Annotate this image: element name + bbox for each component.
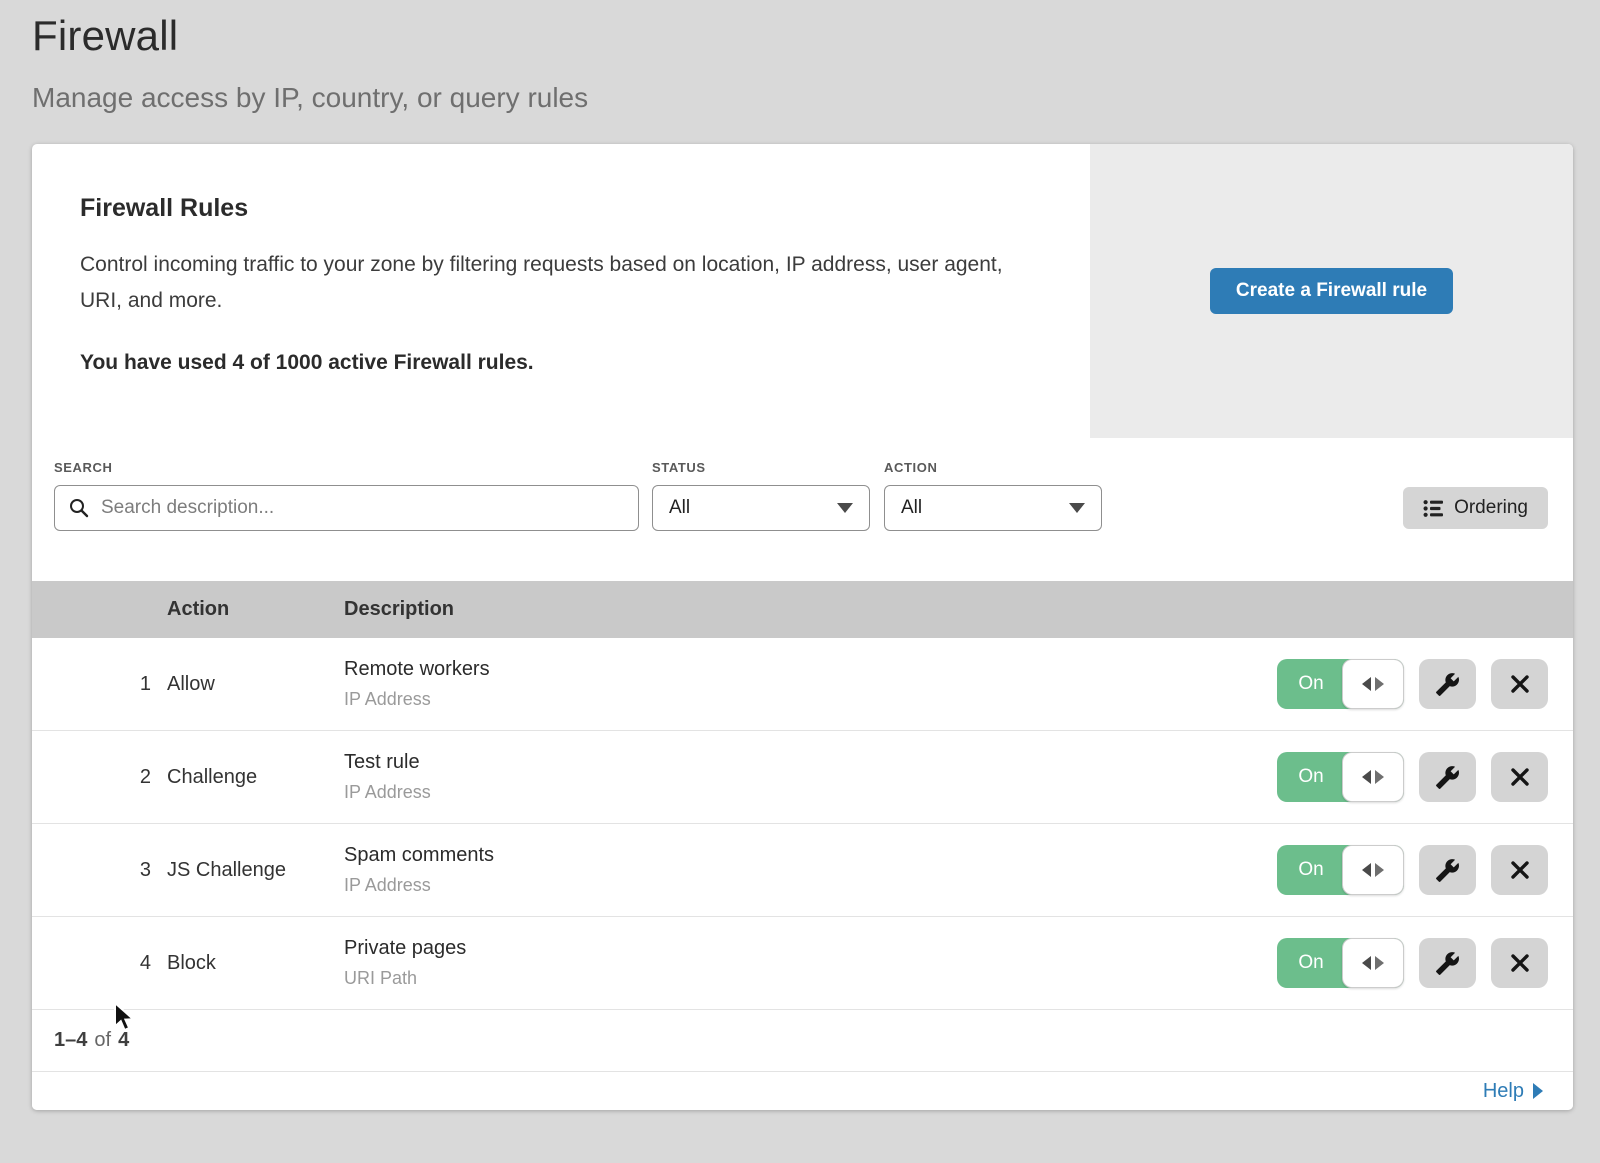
rule-enabled-toggle[interactable]: On bbox=[1277, 752, 1404, 802]
triangle-right-icon bbox=[1533, 1083, 1543, 1099]
rule-description: Remote workers bbox=[344, 658, 1277, 681]
toggle-arrows-icon bbox=[1342, 752, 1404, 802]
pagination-of: of bbox=[94, 1029, 111, 1052]
status-filter: STATUS All bbox=[652, 460, 870, 531]
rule-description: Private pages bbox=[344, 937, 1277, 960]
search-input-wrap bbox=[54, 485, 639, 531]
table-header: Action Description bbox=[32, 581, 1573, 638]
help-link[interactable]: Help bbox=[1483, 1080, 1543, 1103]
close-icon bbox=[1510, 767, 1530, 787]
table-row: 2 Challenge Test rule IP Address On bbox=[32, 731, 1573, 824]
rule-priority: 3 bbox=[32, 859, 167, 882]
rule-match-type: IP Address bbox=[344, 875, 1277, 896]
rule-description-cell: Remote workers IP Address bbox=[344, 658, 1277, 710]
wrench-icon bbox=[1435, 765, 1460, 790]
status-select[interactable]: All bbox=[652, 485, 870, 531]
toggle-arrows-icon bbox=[1342, 659, 1404, 709]
create-rule-panel: Create a Firewall rule bbox=[1090, 144, 1573, 438]
rule-match-type: IP Address bbox=[344, 782, 1277, 803]
action-select[interactable]: All bbox=[884, 485, 1102, 531]
close-icon bbox=[1510, 953, 1530, 973]
close-icon bbox=[1510, 674, 1530, 694]
card-intro-section: Firewall Rules Control incoming traffic … bbox=[32, 144, 1573, 438]
rule-action: JS Challenge bbox=[167, 859, 344, 882]
delete-rule-button[interactable] bbox=[1491, 938, 1548, 988]
chevron-down-icon bbox=[1069, 503, 1085, 513]
page-subtitle: Manage access by IP, country, or query r… bbox=[32, 82, 1573, 114]
delete-rule-button[interactable] bbox=[1491, 659, 1548, 709]
firewall-rules-card: Firewall Rules Control incoming traffic … bbox=[32, 144, 1573, 1110]
rule-controls: On bbox=[1277, 659, 1573, 709]
rule-priority: 1 bbox=[32, 673, 167, 696]
action-filter: ACTION All bbox=[884, 460, 1102, 531]
close-icon bbox=[1510, 860, 1530, 880]
page-header: Firewall Manage access by IP, country, o… bbox=[32, 12, 1573, 114]
edit-rule-button[interactable] bbox=[1419, 938, 1476, 988]
rule-match-type: IP Address bbox=[344, 689, 1277, 710]
search-label: SEARCH bbox=[54, 460, 639, 475]
toggle-arrows-icon bbox=[1342, 845, 1404, 895]
status-selected-value: All bbox=[669, 497, 690, 519]
rule-description-cell: Test rule IP Address bbox=[344, 751, 1277, 803]
search-filter: SEARCH bbox=[54, 460, 639, 531]
rule-action: Block bbox=[167, 952, 344, 975]
intro-text-block: Firewall Rules Control incoming traffic … bbox=[32, 144, 1090, 438]
chevron-down-icon bbox=[837, 503, 853, 513]
ordering-button[interactable]: Ordering bbox=[1403, 487, 1548, 529]
ordering-button-label: Ordering bbox=[1454, 497, 1528, 519]
table-row: 4 Block Private pages URI Path On bbox=[32, 917, 1573, 1010]
firewall-page: Firewall Manage access by IP, country, o… bbox=[0, 0, 1600, 1110]
rule-controls: On bbox=[1277, 938, 1573, 988]
status-label: STATUS bbox=[652, 460, 870, 475]
rule-controls: On bbox=[1277, 845, 1573, 895]
rule-description: Test rule bbox=[344, 751, 1277, 774]
help-link-label: Help bbox=[1483, 1080, 1524, 1103]
rule-action: Challenge bbox=[167, 766, 344, 789]
rule-enabled-toggle[interactable]: On bbox=[1277, 659, 1404, 709]
delete-rule-button[interactable] bbox=[1491, 845, 1548, 895]
rule-priority: 4 bbox=[32, 952, 167, 975]
create-firewall-rule-button[interactable]: Create a Firewall rule bbox=[1210, 268, 1453, 314]
card-footer: Help bbox=[32, 1072, 1573, 1110]
toggle-on-label: On bbox=[1277, 938, 1345, 988]
pagination: 1–4 of 4 bbox=[32, 1010, 1573, 1072]
section-description: Control incoming traffic to your zone by… bbox=[80, 247, 1030, 319]
wrench-icon bbox=[1435, 858, 1460, 883]
wrench-icon bbox=[1435, 672, 1460, 697]
search-input[interactable] bbox=[54, 485, 639, 531]
toggle-arrows-icon bbox=[1342, 938, 1404, 988]
action-selected-value: All bbox=[901, 497, 922, 519]
table-row: 3 JS Challenge Spam comments IP Address … bbox=[32, 824, 1573, 917]
edit-rule-button[interactable] bbox=[1419, 659, 1476, 709]
delete-rule-button[interactable] bbox=[1491, 752, 1548, 802]
edit-rule-button[interactable] bbox=[1419, 752, 1476, 802]
section-title: Firewall Rules bbox=[80, 194, 1030, 223]
toggle-on-label: On bbox=[1277, 659, 1345, 709]
rule-description-cell: Private pages URI Path bbox=[344, 937, 1277, 989]
rule-priority: 2 bbox=[32, 766, 167, 789]
column-header-action: Action bbox=[167, 598, 344, 621]
rule-description: Spam comments bbox=[344, 844, 1277, 867]
column-header-description: Description bbox=[344, 598, 1277, 621]
toggle-on-label: On bbox=[1277, 752, 1345, 802]
rule-controls: On bbox=[1277, 752, 1573, 802]
pagination-total: 4 bbox=[118, 1029, 129, 1052]
rule-enabled-toggle[interactable]: On bbox=[1277, 845, 1404, 895]
wrench-icon bbox=[1435, 951, 1460, 976]
rule-enabled-toggle[interactable]: On bbox=[1277, 938, 1404, 988]
rule-action: Allow bbox=[167, 673, 344, 696]
search-icon bbox=[68, 497, 90, 519]
usage-summary: You have used 4 of 1000 active Firewall … bbox=[80, 351, 1030, 375]
rule-match-type: URI Path bbox=[344, 968, 1277, 989]
pagination-range: 1–4 bbox=[54, 1029, 87, 1052]
rule-description-cell: Spam comments IP Address bbox=[344, 844, 1277, 896]
filters-bar: SEARCH STATUS All ACTION bbox=[32, 438, 1573, 581]
ordered-list-icon bbox=[1423, 498, 1444, 519]
table-row: 1 Allow Remote workers IP Address On bbox=[32, 638, 1573, 731]
edit-rule-button[interactable] bbox=[1419, 845, 1476, 895]
action-label: ACTION bbox=[884, 460, 1102, 475]
toggle-on-label: On bbox=[1277, 845, 1345, 895]
page-title: Firewall bbox=[32, 12, 1573, 60]
